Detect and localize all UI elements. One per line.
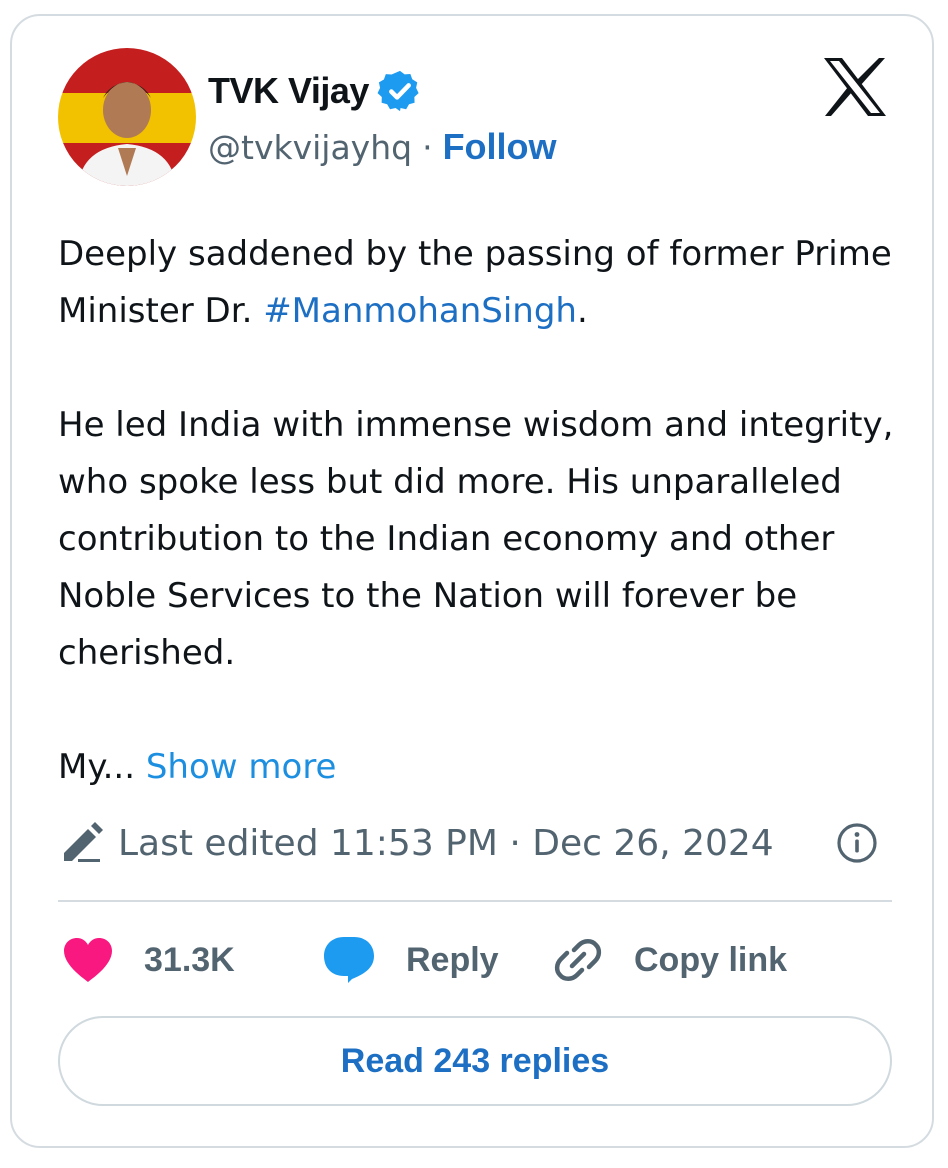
avatar[interactable] xyxy=(58,48,196,186)
author-handle[interactable]: @tvkvijayhq xyxy=(208,128,412,167)
copy-link-button[interactable]: Copy link xyxy=(552,934,787,986)
tweet-paragraph-2: He led India with immense wisdom and int… xyxy=(58,405,894,673)
author-name[interactable]: TVK Vijay xyxy=(208,70,369,112)
x-logo-icon[interactable] xyxy=(822,56,888,118)
tweet-text-segment: . xyxy=(576,291,588,331)
copy-link-label: Copy link xyxy=(634,940,788,979)
speech-bubble-icon xyxy=(324,937,374,983)
reply-button[interactable]: Reply xyxy=(322,935,552,985)
hashtag-link[interactable]: #ManmohanSingh xyxy=(263,291,577,331)
action-bar: 31.3K Reply Copy link xyxy=(62,932,787,988)
show-more-link[interactable]: Show more xyxy=(146,747,337,787)
author-handle-row: @tvkvijayhq · Follow xyxy=(208,124,557,170)
verified-badge-icon xyxy=(377,70,419,112)
tweet-text: Deeply saddened by the passing of former… xyxy=(58,226,898,796)
divider xyxy=(58,900,892,902)
avatar-image xyxy=(58,48,196,186)
tweet-card: TVK Vijay @tvkvijayhq · Follow Deeply sa… xyxy=(10,14,934,1148)
read-replies-label: Read 243 replies xyxy=(340,1041,610,1080)
follow-button[interactable]: Follow xyxy=(443,126,557,168)
like-count: 31.3K xyxy=(144,940,235,979)
tweet-paragraph-1: Deeply saddened by the passing of former… xyxy=(58,226,898,340)
read-replies-button[interactable]: Read 243 replies xyxy=(58,1016,892,1106)
pencil-icon xyxy=(64,822,103,862)
author-name-row: TVK Vijay xyxy=(208,64,423,118)
edited-info-row: Last edited 11:53 PM · Dec 26, 2024 xyxy=(60,816,774,870)
like-button[interactable]: 31.3K xyxy=(62,936,322,984)
reply-label: Reply xyxy=(406,940,499,979)
truncated-text: My... xyxy=(58,747,136,787)
heart-icon xyxy=(64,938,112,982)
last-edited-timestamp[interactable]: Last edited 11:53 PM · Dec 26, 2024 xyxy=(118,823,774,864)
info-icon[interactable] xyxy=(836,822,878,864)
tweet-paragraph-3: My... Show more xyxy=(58,739,898,796)
separator-dot: · xyxy=(422,127,433,167)
link-icon xyxy=(554,939,602,981)
